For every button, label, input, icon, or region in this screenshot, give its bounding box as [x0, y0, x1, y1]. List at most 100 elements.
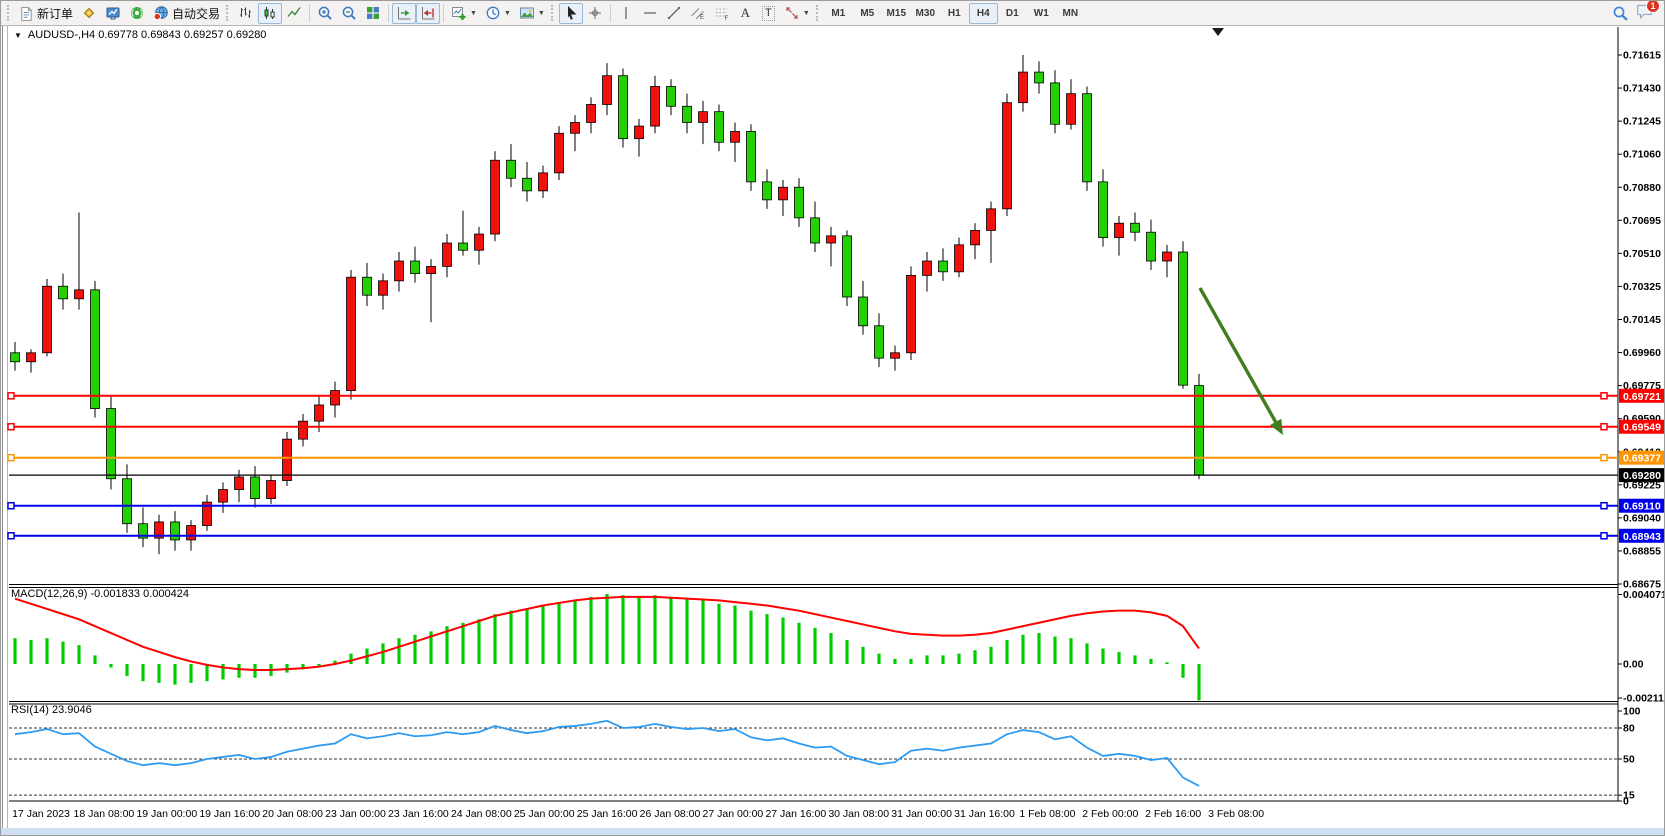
line-handle[interactable] — [1601, 455, 1607, 461]
line-handle[interactable] — [1601, 533, 1607, 539]
x-axis-date-label: 24 Jan 08:00 — [451, 808, 512, 820]
zoom-out-button[interactable] — [337, 3, 361, 24]
text-tool-icon: A — [741, 5, 750, 21]
vertical-line-tool-button[interactable] — [614, 3, 638, 24]
auto-trading-globe-icon — [153, 5, 169, 21]
bull-candle — [1163, 252, 1172, 261]
text-label-tool-button[interactable]: T — [757, 3, 780, 24]
timeframe-button-m5[interactable]: M5 — [853, 3, 882, 24]
bull-candle — [891, 353, 900, 358]
rsi-axis-label: 80 — [1623, 723, 1635, 735]
auto-scroll-button[interactable] — [392, 3, 416, 24]
bull-candle — [603, 76, 612, 105]
chart-menu-arrow-icon[interactable]: ▼ — [14, 31, 22, 40]
line-handle[interactable] — [8, 424, 14, 430]
timeframe-button-h1[interactable]: H1 — [940, 3, 969, 24]
timeframe-button-m1[interactable]: M1 — [824, 3, 853, 24]
bar-chart-button[interactable] — [234, 3, 258, 24]
horizontal-line-tool-button[interactable] — [638, 3, 662, 24]
macd-histogram-bar — [509, 611, 512, 664]
macd-histogram-bar — [1165, 662, 1168, 664]
timeframe-button-h4[interactable]: H4 — [969, 3, 998, 24]
line-handle[interactable] — [1601, 424, 1607, 430]
notification-badge: 1 — [1646, 0, 1660, 13]
bear-candle — [59, 286, 68, 299]
line-handle[interactable] — [1601, 393, 1607, 399]
macd-histogram-bar — [461, 623, 464, 664]
chevron-down-icon: ▼ — [803, 10, 810, 17]
macd-histogram-bar — [941, 655, 944, 664]
macd-histogram-bar — [1085, 643, 1088, 664]
timeframe-button-mn[interactable]: MN — [1056, 3, 1085, 24]
macd-histogram-bar — [589, 597, 592, 664]
line-handle[interactable] — [8, 455, 14, 461]
new-order-button[interactable]: 新订单 — [15, 3, 77, 24]
x-axis-date-label: 2 Feb 00:00 — [1082, 808, 1138, 820]
tile-windows-button[interactable] — [361, 3, 385, 24]
window-bottom-edge — [1, 828, 1665, 835]
bull-candle — [907, 275, 916, 352]
fibonacci-tool-button[interactable]: F — [710, 3, 734, 24]
gold-diamond-icon — [81, 5, 97, 21]
auto-trading-button[interactable]: 自动交易 — [149, 3, 224, 24]
timeframe-button-w1[interactable]: W1 — [1027, 3, 1056, 24]
macd-histogram-bar — [1197, 664, 1200, 700]
notifications-button[interactable]: 1 — [1635, 2, 1654, 25]
periods-button[interactable]: ▼ — [481, 3, 515, 24]
new-chart-button[interactable]: ▼ — [447, 3, 481, 24]
chart-canvas[interactable]: 0.716150.714300.712450.710600.708800.706… — [1, 1, 1665, 836]
line-handle[interactable] — [8, 503, 14, 509]
chart-title: ▼AUDUSD-,H4 0.69778 0.69843 0.69257 0.69… — [14, 29, 266, 41]
text-tool-button[interactable]: A — [734, 3, 757, 24]
macd-histogram-bar — [621, 595, 624, 664]
bull-candle — [331, 391, 340, 405]
price-tick-label: 0.70325 — [1623, 281, 1661, 293]
trendline-tool-button[interactable] — [662, 3, 686, 24]
line-handle[interactable] — [1601, 503, 1607, 509]
crosshair-tool-button[interactable] — [583, 3, 607, 24]
macd-histogram-bar — [813, 628, 816, 664]
macd-histogram-bar — [1005, 640, 1008, 664]
line-chart-button[interactable] — [282, 3, 306, 24]
macd-histogram-bar — [1149, 659, 1152, 664]
timeframe-button-m15[interactable]: M15 — [882, 3, 911, 24]
rsi-axis-label: 50 — [1623, 754, 1635, 766]
market-watch-button[interactable] — [101, 3, 125, 24]
market-quotes-button[interactable] — [77, 3, 101, 24]
templates-button[interactable]: ▼ — [515, 3, 549, 24]
timeframe-button-m30[interactable]: M30 — [911, 3, 940, 24]
chart-shift-button[interactable] — [416, 3, 440, 24]
candlestick-chart-button[interactable] — [258, 3, 282, 24]
bull-candle — [923, 261, 932, 275]
zoom-in-button[interactable] — [313, 3, 337, 24]
bull-candle — [971, 230, 980, 244]
chart-shift-marker[interactable] — [1212, 28, 1224, 36]
macd-histogram-bar — [13, 638, 16, 664]
x-axis-date-label: 20 Jan 08:00 — [262, 808, 323, 820]
line-chart-icon — [286, 5, 302, 21]
price-tick-label: 0.69960 — [1623, 347, 1661, 359]
fibonacci-icon: F — [714, 5, 730, 21]
macd-indicator-label: MACD(12,26,9) -0.001833 0.000424 — [11, 588, 189, 600]
signals-button[interactable] — [125, 3, 149, 24]
bull-candle — [219, 490, 228, 503]
search-button[interactable] — [1608, 3, 1633, 24]
bull-candle — [235, 477, 244, 490]
price-tick-label: 0.71430 — [1623, 83, 1661, 95]
cursor-tool-button[interactable] — [559, 3, 583, 24]
equidistant-channel-tool-button[interactable]: E — [686, 3, 710, 24]
timeframe-button-d1[interactable]: D1 — [998, 3, 1027, 24]
annotation-arrow[interactable] — [1200, 288, 1276, 422]
arrows-icon — [784, 5, 800, 21]
arrows-tool-button[interactable]: ▼ — [780, 3, 814, 24]
x-axis-date-label: 27 Jan 00:00 — [703, 808, 764, 820]
line-handle[interactable] — [8, 393, 14, 399]
bear-candle — [459, 243, 468, 250]
price-line-label: 0.69721 — [1623, 391, 1661, 403]
bull-candle — [379, 281, 388, 295]
bear-candle — [843, 236, 852, 297]
bear-candle — [1035, 72, 1044, 83]
line-handle[interactable] — [8, 533, 14, 539]
bull-candle — [555, 133, 564, 173]
x-axis-date-label: 30 Jan 08:00 — [828, 808, 889, 820]
